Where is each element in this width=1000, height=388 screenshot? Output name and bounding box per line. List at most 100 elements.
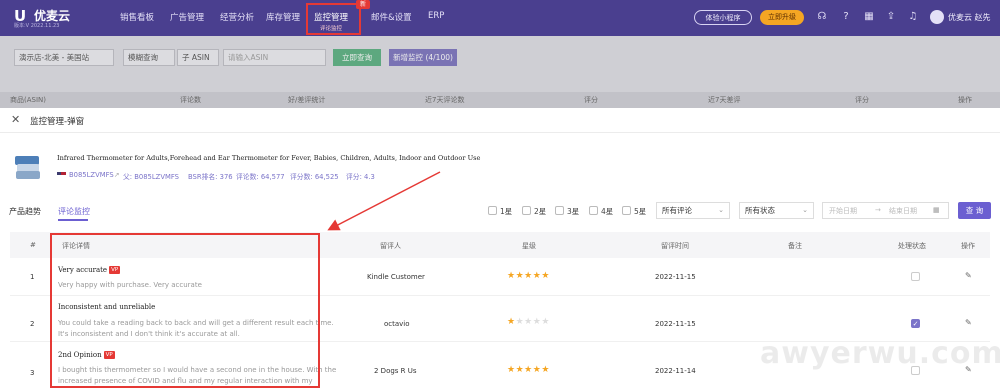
rating-count: 评分数: 64,525 (290, 173, 339, 181)
calendar-icon[interactable]: ▦ (862, 10, 876, 24)
mini-program-button[interactable]: 体验小程序 (694, 10, 752, 25)
user-icon[interactable] (930, 10, 944, 24)
edit-icon[interactable]: ✎ (965, 365, 972, 374)
col-stars: 星级 (522, 242, 536, 250)
review-title: Inconsistent and unreliable (58, 303, 155, 311)
review-body: Very happy with purchase. Very accurate (58, 281, 202, 289)
close-icon[interactable]: ✕ (11, 113, 20, 126)
product-asin[interactable]: B085LZVMFS (69, 171, 114, 179)
nav-erp[interactable]: ERP (428, 11, 444, 21)
filter-label: 4星 (601, 207, 614, 216)
match-mode-select[interactable]: 模糊查询 (123, 49, 175, 66)
bg-search-button[interactable]: 立即查询 (333, 49, 381, 66)
row-index: 3 (30, 369, 35, 377)
row-index: 1 (30, 273, 35, 281)
status-select[interactable]: 所有状态 ⌄ (739, 202, 814, 219)
star-rating: ★★★★★ (507, 365, 550, 375)
chevron-down-icon: ⌄ (718, 206, 724, 214)
vp-badge: VP (109, 266, 121, 274)
start-date-input[interactable]: 开始日期 (829, 206, 857, 216)
star-icon: ★ (524, 317, 533, 327)
filter-5-star[interactable]: 5星 (622, 206, 646, 217)
external-link-icon[interactable]: ↗ (114, 171, 120, 179)
review-title-text: 2nd Opinion (58, 351, 102, 359)
star-icon: ★ (524, 365, 533, 375)
col-review: 评论详情 (62, 242, 90, 250)
checkbox-icon (622, 206, 631, 215)
nav-monitoring-label: 监控管理 (314, 13, 349, 23)
logo[interactable]: U 优麦云 版本:V 2022.11.23 (14, 5, 100, 31)
asin-type-select[interactable]: 子 ASIN (177, 49, 219, 66)
bg-col: 好/差评统计 (288, 96, 326, 104)
handled-checkbox[interactable] (911, 366, 920, 375)
review-title: 2nd Opinion VP (58, 351, 115, 359)
col-date: 留评时间 (661, 242, 689, 250)
end-date-input[interactable]: 结束日期 (889, 206, 917, 216)
bg-col: 近7天评论数 (425, 96, 465, 104)
user-name[interactable]: 优麦云 赵先 (948, 12, 991, 23)
new-badge: 新 (356, 0, 370, 9)
checkbox-icon (589, 206, 598, 215)
help-icon[interactable]: ? (839, 10, 853, 24)
col-index: # (30, 241, 36, 249)
review-title: Very accurate VP (58, 266, 121, 274)
query-button[interactable]: 查 询 (958, 202, 991, 219)
checkbox-icon (522, 206, 531, 215)
review-body: You could take a reading back to back an… (58, 319, 334, 338)
filter-3-star[interactable]: 3星 (555, 206, 579, 217)
star-rating: ★★★★★ (507, 317, 550, 327)
edit-icon[interactable]: ✎ (965, 271, 972, 280)
bg-col: 评论数 (180, 96, 201, 104)
nav-settings[interactable]: 邮件&设置 (371, 11, 412, 23)
logo-version: 版本:V 2022.11.23 (14, 23, 60, 29)
star-icon: ★ (515, 317, 525, 327)
col-note: 备注 (788, 242, 802, 250)
bg-col: 商品(ASIN) (10, 96, 46, 104)
nav-monitoring-sub: 评论监控 (320, 26, 343, 32)
nav-analysis[interactable]: 经营分析 (220, 11, 254, 23)
add-monitor-button[interactable]: 新增监控 (4/100) (389, 49, 457, 66)
nav-monitoring[interactable]: 监控管理 评论监控 (306, 3, 361, 35)
product-title: Infrared Thermometer for Adults,Forehead… (57, 154, 481, 162)
tab-review-monitor[interactable]: 评论监控 (58, 206, 90, 217)
store-select[interactable]: 演示店-北美 - 美国站 (14, 49, 114, 66)
review-table-header: # 评论详情 留评人 星级 留评时间 备注 处理状态 操作 (10, 232, 990, 258)
rating-score: 评分: 4.3 (346, 173, 375, 181)
nav-inventory[interactable]: 库存管理 (266, 11, 300, 23)
modal-title: 监控管理-弹窗 (30, 117, 85, 127)
nav-sales-board[interactable]: 销售看板 (120, 11, 154, 23)
bsr-rank: BSR排名: 376 (188, 173, 233, 181)
calendar-icon: ▦ (933, 206, 940, 214)
handled-checkbox[interactable] (911, 272, 920, 281)
edit-icon[interactable]: ✎ (965, 318, 972, 327)
tab-product-trend[interactable]: 产品趋势 (9, 206, 41, 217)
select-value: 所有评论 (662, 206, 692, 215)
date-range-picker[interactable]: 开始日期 → 结束日期 ▦ (822, 202, 949, 219)
review-type-select[interactable]: 所有评论 ⌄ (656, 202, 730, 219)
asin-search-input[interactable]: 请输入ASIN (223, 49, 326, 66)
nav-ads[interactable]: 广告管理 (170, 11, 204, 23)
filter-2-star[interactable]: 2星 (522, 206, 546, 217)
bell-icon[interactable]: ♫ (906, 10, 920, 24)
bg-col: 评分 (584, 96, 598, 104)
filter-label: 3星 (567, 207, 580, 216)
tab-indicator (58, 219, 88, 221)
filter-4-star[interactable]: 4星 (589, 206, 613, 217)
headset-icon[interactable]: ☊ (815, 10, 829, 24)
review-title-text: Very accurate (58, 266, 108, 274)
review-date: 2022-11-15 (655, 320, 696, 328)
handled-checkbox[interactable]: ✓ (911, 319, 920, 328)
date-separator: → (875, 206, 881, 214)
reviewer: 2 Dogs R Us (374, 367, 417, 375)
export-icon[interactable]: ⇪ (884, 10, 898, 24)
table-row: 2 Inconsistent and unreliable You could … (10, 296, 990, 342)
filter-1-star[interactable]: 1星 (488, 206, 512, 217)
us-flag-icon (57, 172, 66, 178)
upgrade-button[interactable]: 立即升级 (760, 10, 804, 25)
review-body: I bought this thermometer so I would hav… (58, 366, 337, 385)
checkbox-icon (555, 206, 564, 215)
bg-col: 操作 (958, 96, 972, 104)
select-value: 所有状态 (745, 206, 775, 215)
review-date: 2022-11-14 (655, 367, 696, 375)
star-icon: ★ (507, 317, 516, 327)
